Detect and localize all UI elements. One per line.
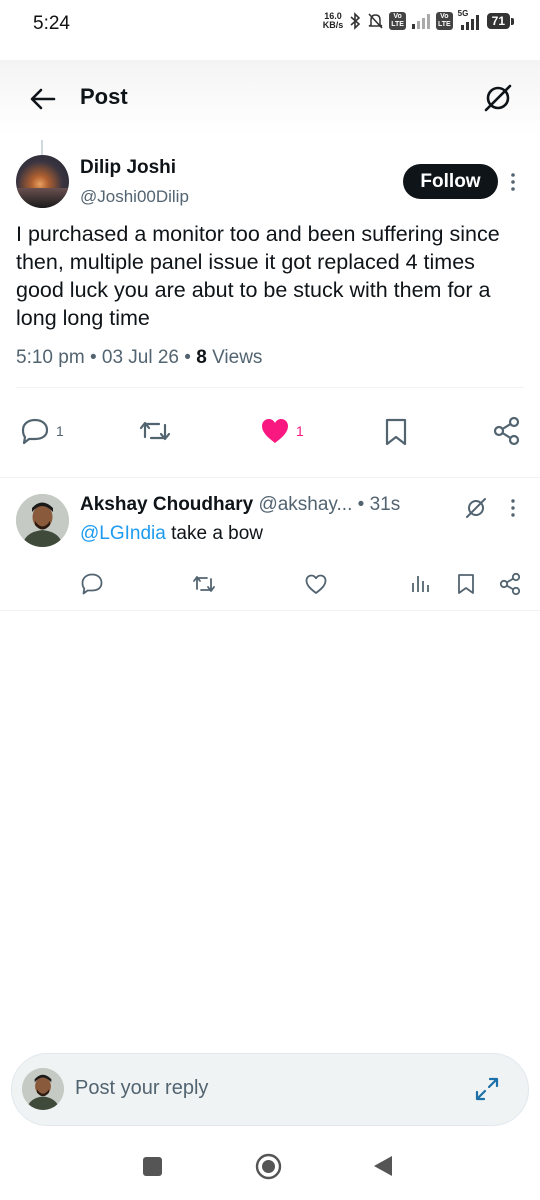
- bookmark-button[interactable]: [382, 417, 410, 447]
- divider: [16, 387, 524, 388]
- divider: [0, 610, 540, 611]
- heart-filled-icon: [262, 419, 288, 443]
- volte-badge-1: Vo LTE: [389, 12, 406, 30]
- bluetooth-icon: [350, 12, 361, 30]
- views-count: 8: [196, 347, 207, 368]
- follow-button[interactable]: Follow: [403, 164, 498, 199]
- grok-icon: [466, 498, 486, 518]
- reply-bookmark-button[interactable]: [455, 572, 477, 596]
- post-text: I purchased a monitor too and been suffe…: [16, 222, 500, 330]
- bookmark-icon: [385, 418, 407, 446]
- grok-button[interactable]: [480, 80, 516, 116]
- recents-button[interactable]: [143, 1157, 162, 1176]
- battery-indicator: 71: [486, 13, 515, 29]
- share-icon: [493, 416, 520, 446]
- divider: [0, 477, 540, 478]
- mention-link[interactable]: @LGIndia: [80, 523, 166, 544]
- signal-5g-icon: 5G: [458, 9, 482, 30]
- page-title: Post: [80, 84, 128, 109]
- share-button[interactable]: [492, 416, 522, 446]
- reply-repost-button[interactable]: [191, 572, 217, 596]
- volte-badge-2: Vo LTE: [435, 12, 453, 30]
- home-button[interactable]: [255, 1153, 282, 1180]
- reply-text: @LGIndia take a bow: [80, 523, 264, 544]
- reply-more-options-button[interactable]: [504, 497, 522, 519]
- status-bar: 5:24 16.0 KB/s Vo LTE Vo LTE 5G 71: [0, 0, 540, 50]
- reply-grok-button[interactable]: [464, 496, 488, 520]
- expand-icon: [475, 1077, 499, 1101]
- current-user-avatar: [22, 1068, 64, 1110]
- more-vertical-icon: [511, 173, 515, 191]
- status-icons: 16.0 KB/s Vo LTE Vo LTE 5G 71: [322, 9, 515, 30]
- reply-views-button[interactable]: [410, 572, 432, 596]
- top-app-bar: Post: [0, 60, 540, 136]
- post-date: 03 Jul 26: [101, 347, 179, 368]
- heart-icon: [305, 574, 327, 594]
- reply-avatar[interactable]: [16, 494, 69, 547]
- repost-button[interactable]: [138, 417, 172, 445]
- reply-count: 1: [56, 423, 64, 439]
- reply-header: Akshay Choudhary @akshay... • 31s: [80, 494, 401, 515]
- repost-icon: [139, 421, 171, 441]
- post-time: 5:10 pm: [16, 347, 85, 368]
- avatar[interactable]: [16, 155, 69, 208]
- system-back-button[interactable]: [372, 1154, 394, 1178]
- reply-reply-button[interactable]: [80, 572, 104, 596]
- thread-line: [41, 140, 43, 155]
- author-name[interactable]: Dilip Joshi: [80, 157, 176, 179]
- reply-button[interactable]: 1: [20, 417, 64, 445]
- like-count: 1: [296, 423, 304, 439]
- network-speed: 16.0 KB/s: [322, 11, 344, 30]
- triangle-back-icon: [374, 1156, 392, 1176]
- author-handle[interactable]: @Joshi00Dilip: [80, 187, 189, 207]
- back-button[interactable]: [26, 82, 60, 116]
- share-icon: [499, 572, 521, 596]
- bookmark-icon: [458, 574, 474, 594]
- person-avatar-icon: [22, 1068, 64, 1110]
- home-circle-icon: [255, 1153, 282, 1180]
- reply-like-button[interactable]: [304, 572, 328, 596]
- expand-composer-button[interactable]: [472, 1074, 502, 1104]
- grok-icon: [484, 84, 512, 112]
- reply-icon: [21, 418, 49, 445]
- reply-input[interactable]: Post your reply: [75, 1077, 208, 1100]
- reply-share-button[interactable]: [498, 572, 522, 596]
- reply-time: 31s: [369, 494, 401, 515]
- person-avatar-icon: [16, 494, 69, 547]
- analytics-icon: [412, 576, 429, 592]
- repost-icon: [193, 576, 215, 592]
- reply-author-name[interactable]: Akshay Choudhary: [80, 494, 253, 515]
- reply-action-bar: [0, 572, 540, 598]
- more-options-button[interactable]: [504, 170, 522, 194]
- mute-bell-icon: [368, 13, 383, 29]
- post-meta: 5:10 pm • 03 Jul 26 • 8 Views: [16, 347, 263, 368]
- arrow-left-icon: [30, 88, 56, 110]
- reply-author-handle[interactable]: @akshay...: [258, 494, 352, 515]
- status-time: 5:24: [33, 13, 70, 34]
- reply-icon: [81, 573, 103, 595]
- views-label[interactable]: Views: [212, 347, 262, 368]
- signal-weak-icon: [411, 14, 430, 29]
- post-action-bar: 1 1: [0, 413, 540, 449]
- more-vertical-icon: [511, 499, 515, 517]
- like-button[interactable]: 1: [260, 417, 304, 445]
